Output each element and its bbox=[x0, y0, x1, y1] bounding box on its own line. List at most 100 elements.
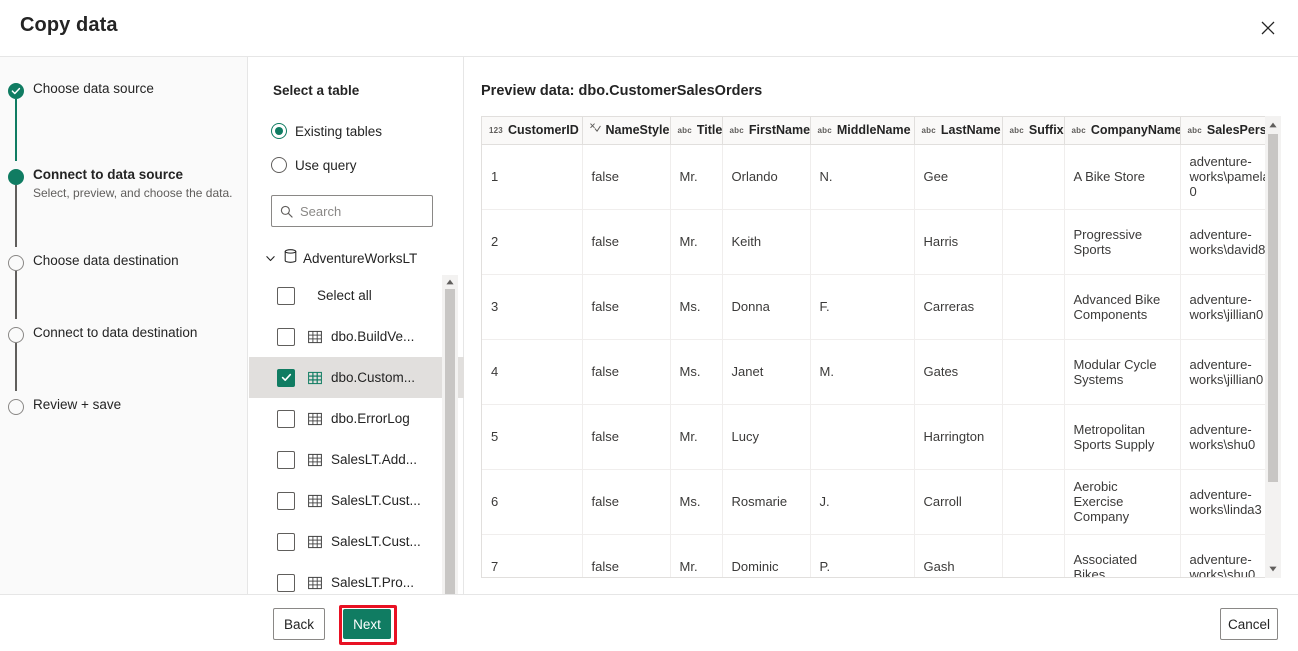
table-row: 6 false Ms. Rosmarie J. Carroll Aerobic Exerci… bbox=[482, 469, 1280, 535]
close-icon[interactable] bbox=[1248, 9, 1288, 47]
scroll-up-icon[interactable] bbox=[442, 275, 458, 288]
database-icon bbox=[284, 249, 297, 268]
type-boolean-icon bbox=[589, 123, 601, 135]
table-cell: Aerobic Exercise Company bbox=[1064, 469, 1181, 535]
table-cell: Janet bbox=[722, 339, 811, 405]
table-cell: false bbox=[582, 339, 671, 405]
table-icon bbox=[308, 576, 322, 590]
database-node[interactable]: AdventureWorksLT bbox=[265, 249, 417, 268]
table-cell: Gash bbox=[914, 534, 1003, 577]
table-icon bbox=[308, 453, 322, 467]
table-cell bbox=[1002, 534, 1065, 577]
copy-data-wizard: Copy data Choose data source Connect to … bbox=[0, 0, 1298, 651]
table-cell: 5 bbox=[482, 404, 583, 470]
preview-scroll-thumb[interactable] bbox=[1268, 134, 1278, 482]
table-cell: Harrington bbox=[914, 404, 1003, 470]
dialog-footer: Back Next Cancel bbox=[0, 594, 1298, 651]
table-cell: 7 bbox=[482, 534, 583, 577]
sidebar-item-label: Connect to data destination bbox=[33, 325, 198, 340]
table-cell: false bbox=[582, 144, 671, 210]
column-header-label: CompanyName bbox=[1090, 123, 1180, 138]
step-connector-3 bbox=[15, 271, 17, 319]
scroll-down-icon[interactable] bbox=[1265, 562, 1281, 576]
table-cell: Metropolitan Sports Supply bbox=[1064, 404, 1181, 470]
table-checkbox[interactable] bbox=[277, 573, 295, 592]
table-cell bbox=[810, 209, 915, 275]
preview-vertical-scrollbar[interactable] bbox=[1265, 116, 1281, 578]
list-item[interactable]: Select all bbox=[249, 275, 464, 316]
table-row: 2 false Mr. Keith Harris Progressive Sports ad… bbox=[482, 209, 1280, 275]
list-item[interactable]: dbo.Custom... bbox=[249, 357, 464, 398]
list-item[interactable]: SalesLT.Cust... bbox=[249, 521, 464, 562]
table-list[interactable]: Select all dbo.BuildVe... dbo.Custom... dbo… bbox=[249, 275, 464, 593]
table-list-scrollbar[interactable] bbox=[442, 275, 458, 641]
column-header[interactable]: abc Suffix bbox=[1002, 117, 1065, 145]
table-row: 5 false Mr. Lucy Harrington Metropolitan Spor… bbox=[482, 404, 1280, 470]
table-cell: A Bike Store bbox=[1064, 144, 1181, 210]
list-item[interactable]: SalesLT.Pro... bbox=[249, 562, 464, 593]
radio-existing-tables[interactable]: Existing tables bbox=[271, 123, 382, 139]
list-item[interactable]: SalesLT.Add... bbox=[249, 439, 464, 480]
table-cell: Mr. bbox=[670, 404, 723, 470]
type-text-icon: abc bbox=[1187, 126, 1202, 136]
sidebar-item-label: Review + save bbox=[33, 397, 122, 412]
table-checkbox[interactable] bbox=[277, 450, 295, 469]
table-icon bbox=[308, 494, 322, 508]
table-cell bbox=[1002, 339, 1065, 405]
radio-use-query[interactable]: Use query bbox=[271, 157, 357, 173]
sidebar-item-label: Choose data destination bbox=[33, 253, 179, 268]
back-button[interactable]: Back bbox=[273, 608, 325, 640]
column-header[interactable]: abc CompanyName bbox=[1064, 117, 1181, 145]
table-icon bbox=[308, 412, 322, 426]
table-cell: Ms. bbox=[670, 469, 723, 535]
column-header-label: CustomerID bbox=[507, 123, 579, 138]
wizard-step-rail: Choose data source Connect to data sourc… bbox=[0, 57, 248, 594]
type-text-icon: abc bbox=[817, 126, 832, 136]
table-checkbox[interactable] bbox=[277, 368, 295, 387]
next-button[interactable]: Next bbox=[343, 609, 391, 639]
step-pending-icon bbox=[8, 255, 24, 271]
table-cell: Rosmarie bbox=[722, 469, 811, 535]
table-checkbox[interactable] bbox=[277, 286, 295, 305]
table-cell: J. bbox=[810, 469, 915, 535]
list-item[interactable]: dbo.BuildVe... bbox=[249, 316, 464, 357]
column-header[interactable]: abc LastName bbox=[914, 117, 1003, 145]
database-name: AdventureWorksLT bbox=[303, 251, 418, 266]
table-checkbox[interactable] bbox=[277, 532, 295, 551]
list-item[interactable]: SalesLT.Cust... bbox=[249, 480, 464, 521]
table-list-scroll-thumb[interactable] bbox=[445, 289, 455, 633]
list-item-label: SalesLT.Add... bbox=[331, 452, 418, 467]
table-cell: false bbox=[582, 404, 671, 470]
list-item-label: dbo.BuildVe... bbox=[331, 329, 415, 344]
column-header[interactable]: 123 CustomerID bbox=[482, 117, 583, 145]
table-checkbox[interactable] bbox=[277, 409, 295, 428]
sidebar-item-label: Choose data source bbox=[33, 81, 154, 96]
select-table-heading: Select a table bbox=[273, 83, 360, 98]
step-connector-4 bbox=[15, 343, 17, 391]
column-header[interactable]: abc Title bbox=[670, 117, 723, 145]
column-header-label: Suffix bbox=[1028, 123, 1064, 138]
table-cell: 3 bbox=[482, 274, 583, 340]
table-checkbox[interactable] bbox=[277, 491, 295, 510]
table-cell: N. bbox=[810, 144, 915, 210]
step-connector-2 bbox=[15, 185, 17, 247]
scroll-up-icon[interactable] bbox=[1265, 118, 1281, 132]
column-header[interactable]: abc FirstName bbox=[722, 117, 811, 145]
radio-use-query-label: Use query bbox=[295, 157, 357, 173]
table-cell: Mr. bbox=[670, 209, 723, 275]
table-cell: F. bbox=[810, 274, 915, 340]
type-text-icon: abc bbox=[921, 126, 936, 136]
column-header[interactable]: NameStyle bbox=[582, 117, 671, 145]
cancel-button[interactable]: Cancel bbox=[1220, 608, 1278, 640]
table-cell: 1 bbox=[482, 144, 583, 210]
list-item-label: SalesLT.Pro... bbox=[331, 575, 415, 590]
type-text-icon: abc bbox=[677, 126, 692, 136]
table-cell bbox=[1002, 274, 1065, 340]
column-header[interactable]: abc MiddleName bbox=[810, 117, 915, 145]
list-item[interactable]: dbo.ErrorLog bbox=[249, 398, 464, 439]
table-cell: M. bbox=[810, 339, 915, 405]
search-input[interactable]: Search bbox=[271, 195, 433, 227]
table-cell: P. bbox=[810, 534, 915, 577]
table-checkbox[interactable] bbox=[277, 327, 295, 346]
table-cell: Carreras bbox=[914, 274, 1003, 340]
